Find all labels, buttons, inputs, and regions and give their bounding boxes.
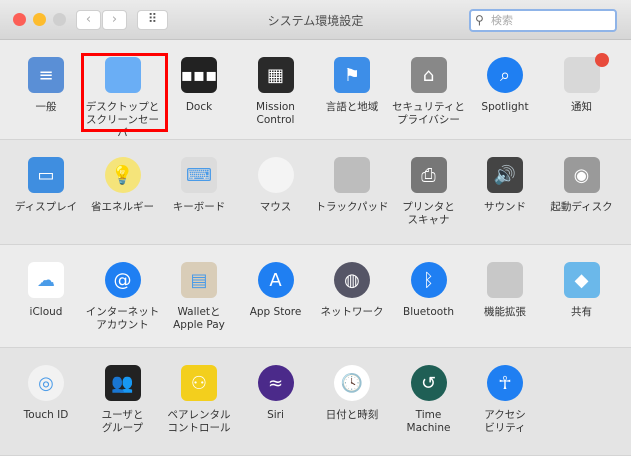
search-input[interactable]: ⚲ 検索 (469, 9, 617, 32)
selection-highlight (81, 53, 168, 132)
pref-item-label: Mission Control (256, 101, 295, 126)
pref-item-label: 起動ディスク (550, 201, 613, 213)
pref-item[interactable]: @ インターネット アカウント (85, 262, 161, 332)
at-icon: @ (104, 262, 141, 298)
pref-item-label: Touch ID (23, 409, 69, 421)
pref-item-label: 通知 (571, 101, 592, 113)
pref-item-label: キーボード (172, 201, 226, 213)
parental-controls-icon: ⚇ (181, 365, 217, 401)
users-icon: 👥 (104, 365, 141, 401)
pref-item-label: アクセシ ビリティ (484, 409, 526, 434)
dock-icon: ▪▪▪ (181, 57, 217, 93)
security-house-icon: ⌂ (410, 57, 447, 93)
pref-item-label: Time Machine (406, 409, 451, 434)
siri-icon: ≈ (257, 365, 294, 401)
pref-item[interactable]: ◎ Touch ID (8, 365, 84, 422)
wallet-icon: ▤ (181, 262, 217, 298)
pref-item-label: 一般 (35, 101, 57, 113)
pref-item-label: ペアレンタル コントロール (167, 409, 231, 434)
pref-item-label: 機能拡張 (484, 306, 526, 318)
pref-item-label: 省エネルギー (91, 201, 154, 213)
icloud-icon: ☁ (28, 262, 64, 298)
pref-item-label: プリンタと スキャナ (402, 201, 455, 226)
pref-item-label: インターネット アカウント (85, 306, 160, 331)
pref-item-label: セキュリティと プライバシー (392, 101, 465, 126)
pref-row: ▭ ディスプレイ 💡 省エネルギー ⌨ キーボード マウス トラックパッド ⎙ プリンタと スキャ… (0, 140, 631, 245)
pref-item-label: Siri (267, 409, 284, 421)
search-icon: ⚲ (475, 13, 484, 27)
pref-item-label: iCloud (29, 306, 63, 318)
general-icon: ≡ (28, 57, 64, 93)
pref-item[interactable]: 🔊 サウンド (467, 157, 543, 214)
notifications-icon (563, 57, 600, 93)
pref-item[interactable]: ▤ Walletと Apple Pay (161, 262, 237, 332)
pref-item-label: 日付と時刻 (325, 409, 379, 421)
pref-item[interactable]: 🕓 日付と時刻 (314, 365, 390, 422)
pref-item[interactable]: ◉ 起動ディスク (544, 157, 620, 214)
pref-item-label: ネットワーク (320, 306, 384, 318)
disk-icon: ◉ (563, 157, 600, 193)
pref-item-label: トラックパッド (315, 201, 389, 213)
fingerprint-icon: ◎ (28, 365, 64, 401)
sharing-folder-icon: ◆ (563, 262, 600, 298)
pref-item[interactable]: ⌕ Spotlight (467, 57, 543, 114)
notification-badge (594, 53, 609, 67)
title-bar: ‹ › ⠿ システム環境設定 ⚲ 検索 (0, 0, 631, 40)
pref-item[interactable]: ▭ ディスプレイ (8, 157, 84, 214)
pref-row: ◎ Touch ID 👥 ユーザと グループ ⚇ ペアレンタル コントロール ≈ Siri 🕓 日… (0, 348, 631, 456)
spotlight-icon: ⌕ (487, 57, 523, 93)
pref-item[interactable]: ⎙ プリンタと スキャナ (391, 157, 467, 227)
pref-item-label: 共有 (571, 306, 592, 318)
pref-item[interactable]: A App Store (238, 262, 314, 319)
pref-item-label: Bluetooth (403, 306, 454, 318)
bluetooth-icon: ᛒ (410, 262, 447, 298)
pref-item[interactable]: 💡 省エネルギー (85, 157, 161, 214)
bulb-icon: 💡 (104, 157, 141, 193)
pref-item-label: Walletと Apple Pay (173, 306, 225, 331)
pref-item[interactable]: 機能拡張 (467, 262, 543, 319)
pref-item-label: Dock (185, 101, 213, 113)
pref-item[interactable]: ◆ 共有 (544, 262, 620, 319)
mouse-icon (257, 157, 294, 193)
accessibility-icon: ☥ (487, 365, 523, 401)
pref-item[interactable]: ≡ 一般 (8, 57, 84, 114)
display-icon: ▭ (28, 157, 64, 193)
pref-item[interactable]: トラックパッド (314, 157, 390, 214)
network-globe-icon: ◍ (334, 262, 370, 298)
pref-item[interactable]: ≈ Siri (238, 365, 314, 422)
extensions-puzzle-icon (487, 262, 523, 298)
search-placeholder: 検索 (491, 14, 513, 27)
pref-item[interactable]: ⌂ セキュリティと プライバシー (391, 57, 467, 127)
pref-item-label: ディスプレイ (14, 201, 78, 213)
clock-icon: 🕓 (334, 365, 370, 401)
pref-item[interactable]: ▪▪▪ Dock (161, 57, 237, 114)
pref-item[interactable]: ☥ アクセシ ビリティ (467, 365, 543, 435)
pref-item[interactable]: ⚇ ペアレンタル コントロール (161, 365, 237, 435)
pref-item[interactable]: ▦ Mission Control (238, 57, 314, 127)
pref-item[interactable]: 通知 (544, 53, 620, 114)
pref-item-label: 言語と地域 (325, 101, 379, 113)
keyboard-icon: ⌨ (181, 157, 217, 193)
speaker-icon: 🔊 (487, 157, 523, 193)
pref-item-label: ユーザと グループ (101, 409, 144, 434)
pref-item[interactable]: 👥 ユーザと グループ (85, 365, 161, 435)
pref-item-label: サウンド (484, 201, 526, 213)
mission-control-icon: ▦ (257, 57, 294, 93)
time-machine-icon: ↺ (410, 365, 447, 401)
language-flag-icon: ⚑ (334, 57, 370, 93)
printer-icon: ⎙ (410, 157, 447, 193)
pref-item-label: マウス (259, 201, 292, 213)
pref-item[interactable]: ☁ iCloud (8, 262, 84, 319)
pref-item[interactable]: ◍ ネットワーク (314, 262, 390, 319)
pref-item[interactable]: ᛒ Bluetooth (391, 262, 467, 319)
pref-item-label: Spotlight (481, 101, 529, 113)
trackpad-icon (334, 157, 370, 193)
pref-item[interactable]: ⌨ キーボード (161, 157, 237, 214)
pref-item[interactable]: ↺ Time Machine (391, 365, 467, 435)
pref-item[interactable]: マウス (238, 157, 314, 214)
pref-item[interactable]: ⚑ 言語と地域 (314, 57, 390, 114)
pref-item-label: App Store (249, 306, 302, 318)
app-store-icon: A (257, 262, 294, 298)
pref-row: ☁ iCloud @ インターネット アカウント ▤ Walletと Apple Pay A… (0, 245, 631, 348)
